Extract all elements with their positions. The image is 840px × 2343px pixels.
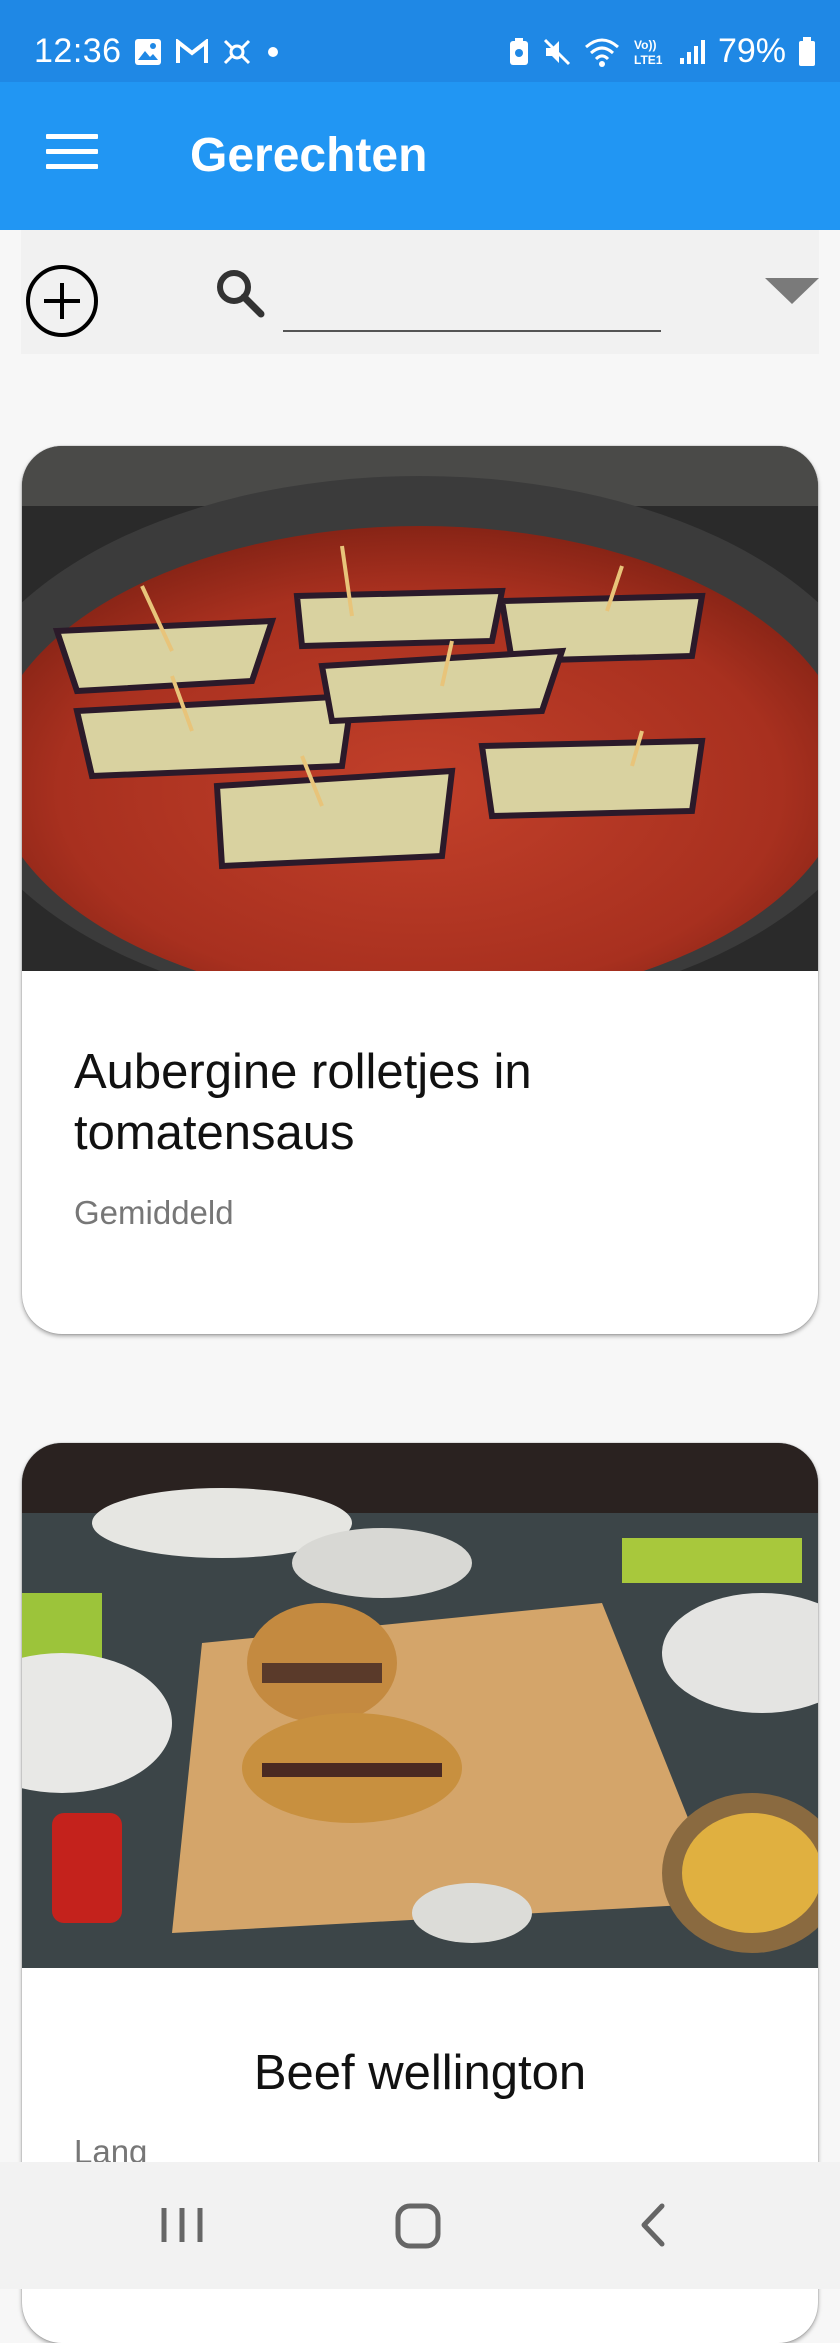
notification-icons [134, 38, 280, 66]
search-icon [217, 270, 265, 318]
search-toolbar [21, 230, 819, 354]
battery-saver-icon [509, 37, 528, 65]
svg-text:Vo)): Vo)) [634, 38, 656, 52]
recipe-duration: Gemiddeld [74, 1194, 234, 1231]
status-bar: 12:36 Vo)) LTE1 79% [0, 0, 840, 82]
wifi-icon [584, 38, 619, 67]
battery-icon [799, 36, 815, 66]
battery-percentage: 79% [717, 32, 786, 70]
system-icons: Vo)) LTE1 79% [508, 32, 816, 71]
signal-icon [679, 39, 705, 64]
app-bar: Gerechten [0, 82, 840, 230]
svg-text:LTE1: LTE1 [634, 53, 663, 67]
hamburger-menu-icon[interactable] [46, 134, 98, 174]
recipe-image [22, 446, 818, 971]
volte-icon: Vo))LTE1 [634, 38, 663, 67]
search-input[interactable] [283, 264, 661, 332]
status-time: 12:36 [34, 32, 122, 70]
recipe-card[interactable]: Aubergine rolletjes in tomatensaus Gemid… [22, 446, 818, 1334]
recents-icon[interactable] [102, 2162, 262, 2289]
dot-icon [268, 47, 278, 57]
gmail-icon [176, 39, 208, 63]
recipe-title: Beef wellington [253, 2046, 587, 2100]
image-icon [135, 39, 161, 65]
recipe-image [22, 1443, 818, 1968]
recipe-title: Aubergine rolletjes in tomatensaus [74, 1045, 532, 1161]
back-icon[interactable] [574, 2162, 734, 2289]
app-icon [223, 39, 251, 65]
dropdown-arrow-icon[interactable] [765, 278, 819, 304]
home-icon[interactable] [338, 2162, 498, 2289]
system-nav-bar [0, 2162, 840, 2289]
add-circle-icon[interactable] [24, 263, 100, 339]
mute-icon [543, 38, 570, 65]
page-title: Gerechten [190, 129, 428, 182]
